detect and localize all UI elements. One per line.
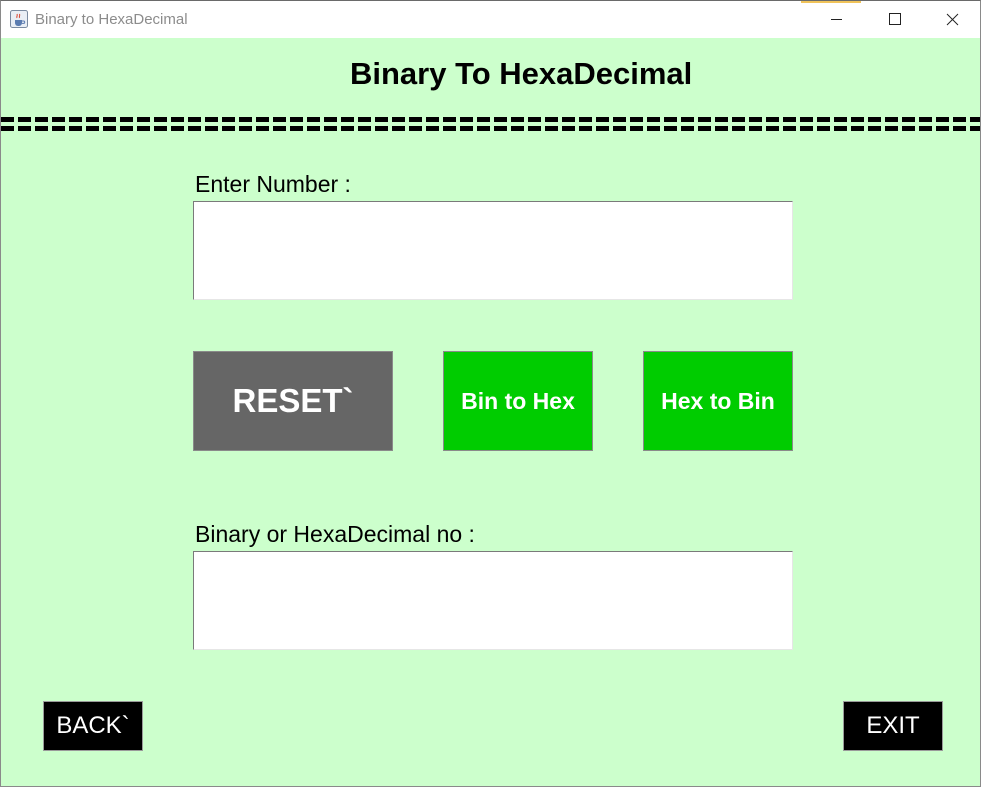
hex-to-bin-button[interactable]: Hex to Bin	[643, 351, 793, 451]
maximize-icon	[889, 13, 901, 25]
app-window: Binary to HexaDecimal Binary To HexaDeci…	[0, 0, 981, 787]
page-title: Binary To HexaDecimal	[350, 56, 693, 91]
minimize-icon	[831, 19, 842, 20]
close-icon	[946, 13, 959, 26]
maximize-button[interactable]	[865, 1, 923, 38]
reset-button[interactable]: RESET`	[193, 351, 393, 451]
enter-number-label: Enter Number :	[195, 171, 351, 197]
title-bar[interactable]: Binary to HexaDecimal	[1, 1, 980, 38]
minimize-button[interactable]	[807, 1, 865, 38]
bin-to-hex-button[interactable]: Bin to Hex	[443, 351, 593, 451]
double-line-separator	[1, 115, 980, 135]
close-button[interactable]	[923, 1, 980, 38]
content-panel: Binary To HexaDecimal Enter Number : RES…	[1, 38, 980, 786]
back-button[interactable]: BACK`	[43, 701, 143, 751]
result-label: Binary or HexaDecimal no :	[195, 521, 475, 547]
window-title: Binary to HexaDecimal	[35, 11, 188, 28]
number-input[interactable]	[193, 201, 793, 300]
exit-button[interactable]: EXIT	[843, 701, 943, 751]
java-coffee-icon	[10, 10, 28, 28]
result-output-field[interactable]	[193, 551, 793, 650]
